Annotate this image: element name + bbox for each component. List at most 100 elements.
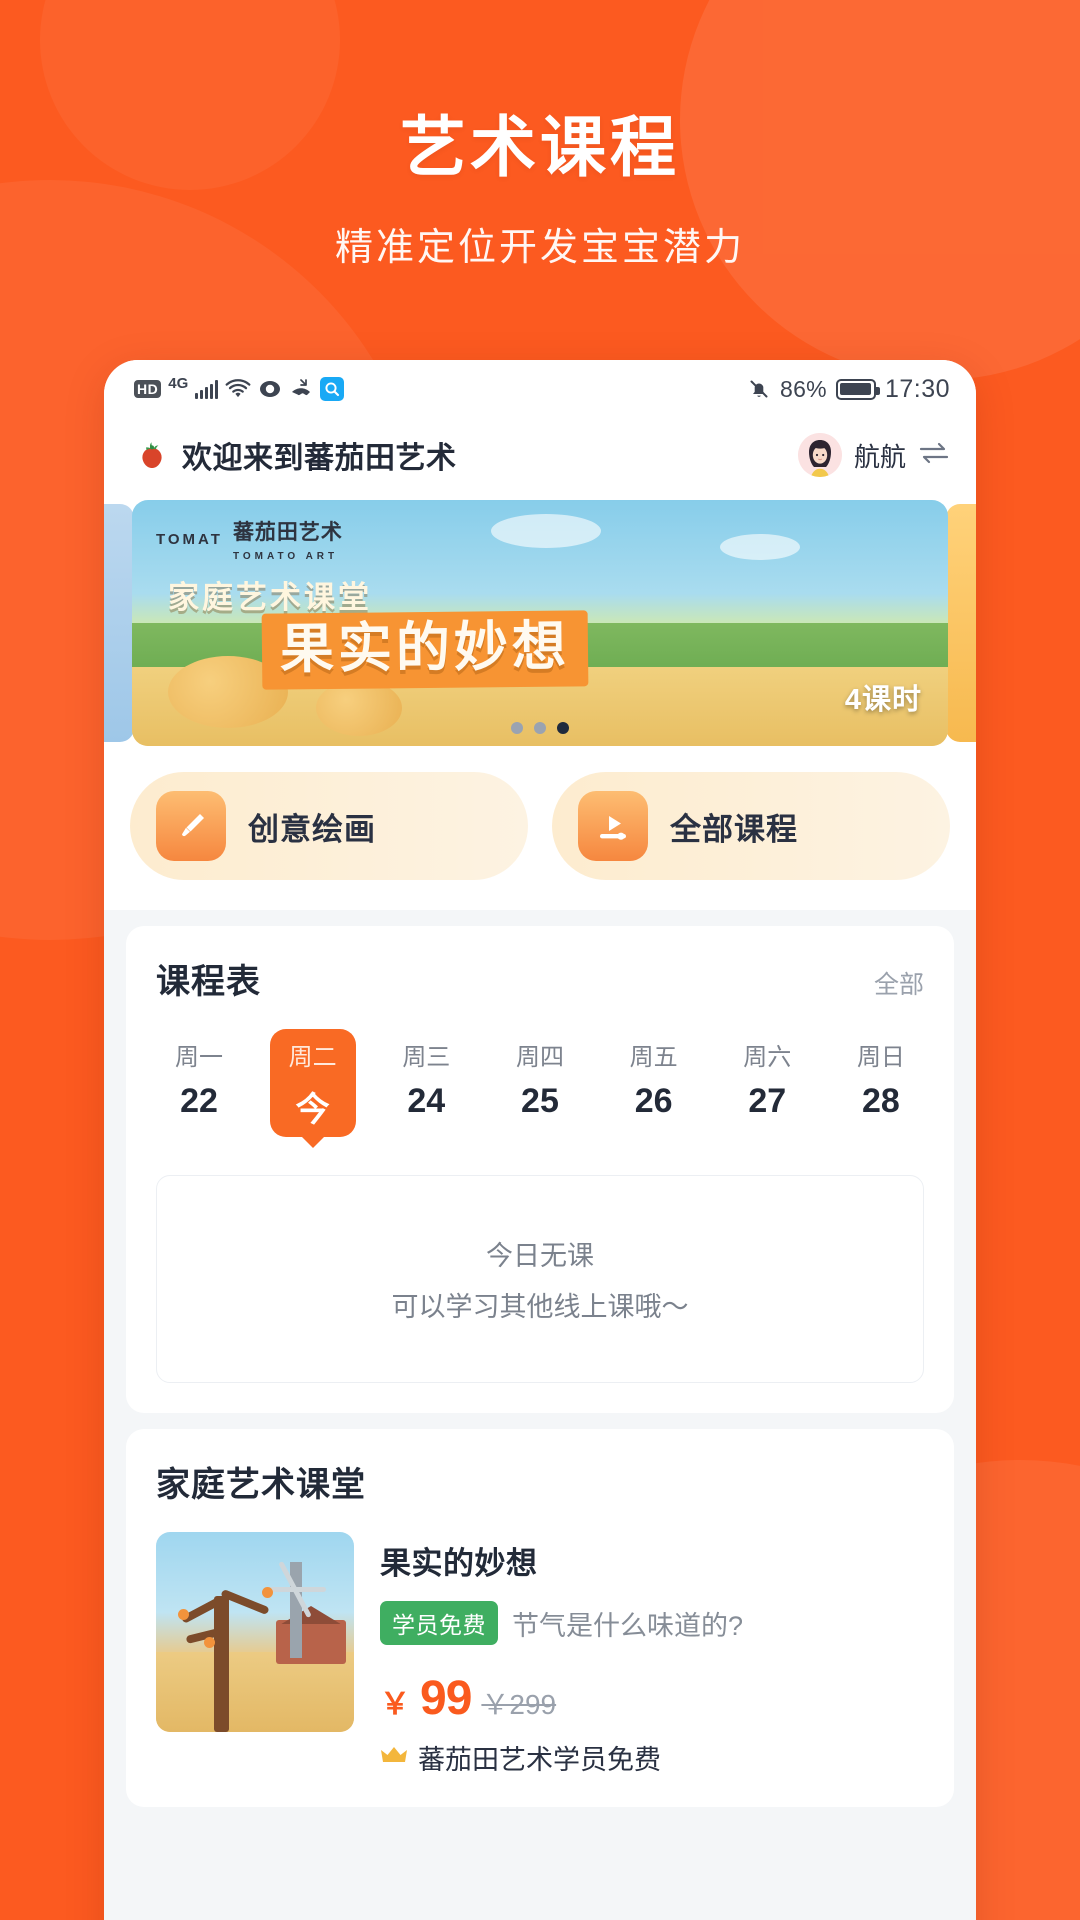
app-header: 欢迎来到蕃茄田艺术 航航 [104, 418, 976, 492]
carousel-dot[interactable] [511, 722, 523, 734]
app-header-left: 欢迎来到蕃茄田艺术 [134, 433, 457, 477]
course-description: 节气是什么味道的? [512, 1610, 744, 1641]
day-cell-sunday[interactable]: 周日 28 [838, 1029, 924, 1137]
promo-header: 艺术课程 精准定位开发宝宝潜力 [0, 0, 1080, 271]
paint-brush-icon [156, 791, 226, 861]
brand-name-label: 蕃茄田艺术 [232, 521, 343, 544]
day-date-label: 26 [634, 1082, 673, 1120]
quick-action-creative-drawing[interactable]: 创意绘画 [130, 772, 528, 880]
banner-kicker: 家庭艺术课堂 [168, 580, 372, 615]
currency-symbol: ￥ [380, 1688, 410, 1721]
promo-subtitle: 精准定位开发宝宝潜力 [334, 226, 745, 269]
day-weekday-label: 周六 [743, 1044, 792, 1071]
day-date-label: 27 [748, 1082, 787, 1120]
video-play-icon [578, 791, 648, 861]
avatar[interactable] [797, 433, 842, 477]
day-date-label: 25 [521, 1082, 559, 1120]
day-weekday-label: 周四 [515, 1044, 564, 1071]
ground-shape [156, 1652, 354, 1732]
day-cell-wednesday[interactable]: 周三 24 [383, 1029, 469, 1137]
tree-trunk-shape [214, 1596, 229, 1732]
course-list-item[interactable]: 果实的妙想 学员免费 节气是什么味道的? ￥ 99 ￥299 蕃茄田艺术学员免费 [156, 1532, 924, 1777]
course-name: 果实的妙想 [380, 1546, 538, 1581]
day-cell-monday[interactable]: 周一 22 [156, 1029, 242, 1137]
banner-brand-logo: TOMAT 蕃茄田艺术 TOMATO ART [156, 516, 343, 564]
house-shape [276, 1620, 346, 1664]
signal-bars-icon [195, 379, 219, 399]
search-icon[interactable] [320, 377, 345, 401]
carousel-active-slide[interactable]: TOMAT 蕃茄田艺术 TOMATO ART 家庭艺术课堂 果实的妙想 4课时 [132, 500, 948, 746]
day-weekday-label: 周三 [402, 1044, 451, 1071]
autumn-tree-thumbnail [156, 1532, 354, 1732]
battery-percent-label: 86% [780, 375, 827, 402]
schedule-view-all-link[interactable]: 全部 [874, 965, 924, 1001]
banner-lessons-label: 4课时 [844, 684, 922, 716]
tomat-logo-mark: TOMAT [156, 531, 223, 549]
network-type-label: 4G [168, 374, 189, 392]
schedule-card: 课程表 全部 周一 22 周二 今 周三 24 周四 25 周五 26 周六 2… [126, 926, 954, 1413]
day-date-label: 28 [862, 1082, 900, 1120]
empty-state-secondary-text: 可以学习其他线上课哦～ [391, 1292, 689, 1322]
mute-bell-icon [747, 377, 771, 401]
swap-arrows-icon[interactable] [918, 440, 950, 471]
quick-action-label: 全部课程 [670, 811, 798, 847]
fruit-dot [178, 1609, 189, 1620]
price-row: ￥ 99 ￥299 [380, 1671, 924, 1726]
course-tagline: 学员免费 节气是什么味道的? [380, 1601, 924, 1645]
page-title: 欢迎来到蕃茄田艺术 [182, 442, 457, 475]
family-class-card: 家庭艺术课堂 果实的妙想 学员免费 节气是什么味道的? ￥ 99 ￥299 蕃茄… [126, 1429, 954, 1807]
day-date-label: 24 [407, 1082, 446, 1120]
cloud-shape [491, 514, 602, 548]
banner-title-plate: 果实的妙想 [261, 610, 589, 690]
quick-actions: 创意绘画 全部课程 [104, 750, 976, 910]
empty-state-primary-text: 今日无课 [486, 1241, 594, 1271]
original-price: ￥299 [481, 1689, 557, 1720]
family-class-title: 家庭艺术课堂 [156, 1466, 366, 1504]
status-bar-right: 86% 17:30 [747, 375, 950, 404]
carousel-dots[interactable] [132, 722, 948, 734]
schedule-title: 课程表 [156, 963, 261, 1001]
carousel-next-slide[interactable] [946, 504, 976, 742]
status-bar: HD 4G 86% 17:30 [104, 360, 976, 418]
day-cell-saturday[interactable]: 周六 27 [724, 1029, 810, 1137]
day-cell-tuesday-selected[interactable]: 周二 今 [269, 1029, 356, 1137]
carousel-dot-active[interactable] [557, 722, 569, 734]
schedule-empty-state: 今日无课 可以学习其他线上课哦～ [156, 1175, 924, 1383]
day-weekday-label: 周五 [629, 1044, 678, 1071]
clock-label: 17:30 [884, 374, 950, 403]
status-bar-left: HD 4G [134, 374, 345, 401]
week-day-selector[interactable]: 周一 22 周二 今 周三 24 周四 25 周五 26 周六 27 周日 28 [156, 1029, 924, 1137]
status-badge: 学员免费 [380, 1601, 498, 1645]
wifi-icon [225, 379, 251, 399]
banner-title: 果实的妙想 [279, 616, 571, 680]
battery-icon [835, 378, 880, 400]
day-date-label: 22 [180, 1082, 218, 1120]
app-header-right[interactable]: 航航 [797, 433, 950, 477]
banner-brand-text: 蕃茄田艺术 TOMATO ART [233, 516, 343, 564]
phone-screen: HD 4G 86% 17:30 欢迎来到蕃茄田艺术 航航 TOMAT 蕃茄田艺术… [104, 360, 976, 1920]
fruit-dot [262, 1587, 273, 1598]
schedule-header: 课程表 全部 [156, 954, 924, 1003]
day-cell-thursday[interactable]: 周四 25 [497, 1029, 583, 1137]
brand-sub-label: TOMATO ART [232, 551, 339, 562]
quick-action-label: 创意绘画 [248, 811, 376, 847]
member-note-row: 蕃茄田艺术学员免费 [380, 1738, 924, 1777]
windmill-pole-shape [290, 1562, 302, 1658]
carousel-prev-slide[interactable] [104, 504, 134, 742]
day-weekday-label: 周一 [175, 1044, 223, 1071]
hd-icon: HD [134, 380, 162, 398]
eye-icon [258, 379, 282, 399]
current-price: 99 [420, 1672, 472, 1725]
fruit-dot [204, 1637, 215, 1648]
day-weekday-label: 周日 [856, 1044, 905, 1071]
carousel-dot[interactable] [534, 722, 546, 734]
promo-title: 艺术课程 [400, 110, 680, 184]
member-note: 蕃茄田艺术学员免费 [418, 1745, 661, 1775]
family-class-header: 家庭艺术课堂 [156, 1457, 924, 1506]
course-details: 果实的妙想 学员免费 节气是什么味道的? ￥ 99 ￥299 蕃茄田艺术学员免费 [380, 1532, 924, 1777]
day-weekday-label: 周二 [288, 1044, 337, 1071]
cloud-shape [719, 534, 800, 560]
banner-carousel[interactable]: TOMAT 蕃茄田艺术 TOMATO ART 家庭艺术课堂 果实的妙想 4课时 [104, 492, 976, 750]
day-cell-friday[interactable]: 周五 26 [611, 1029, 697, 1137]
quick-action-all-courses[interactable]: 全部课程 [552, 772, 950, 880]
